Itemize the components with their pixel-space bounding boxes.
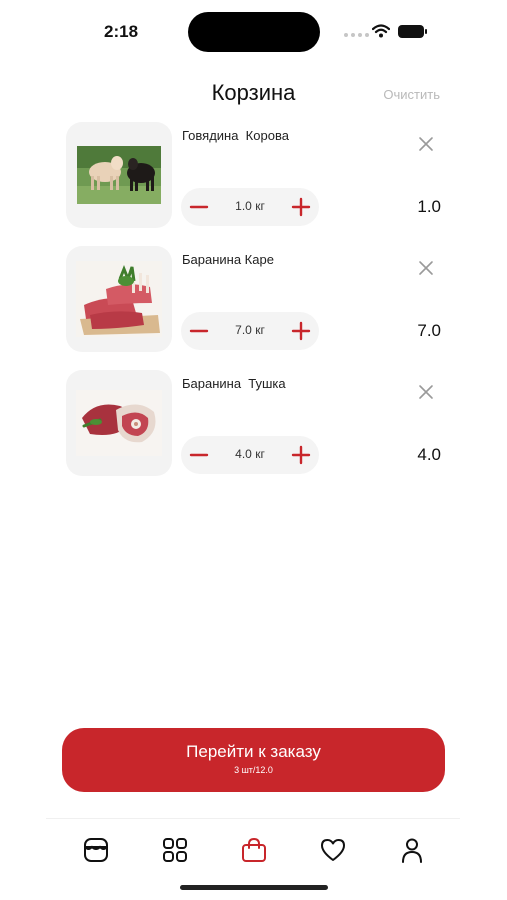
clear-cart-button[interactable]: Очистить: [383, 87, 440, 102]
plus-icon[interactable]: [291, 197, 311, 217]
quantity-stepper: 7.0 кг: [181, 312, 319, 350]
quantity-value: 4.0 кг: [235, 447, 265, 461]
item-amount: 4.0: [417, 445, 441, 464]
item-amount: 1.0: [417, 197, 441, 216]
minus-icon[interactable]: [189, 321, 209, 341]
profile-icon: [402, 838, 422, 863]
tab-cart[interactable]: [238, 834, 270, 866]
checkout-button[interactable]: Перейти к заказу 3 шт/12.0: [62, 728, 445, 792]
product-name: Баранина Каре: [182, 252, 274, 267]
close-icon[interactable]: [416, 134, 436, 154]
shopping-bag-icon: [242, 837, 266, 862]
tab-profile[interactable]: [396, 834, 428, 866]
cart-item: Баранина Каре 7.0 кг 7.0: [0, 246, 507, 356]
plus-icon[interactable]: [291, 445, 311, 465]
checkout-summary: 3 шт/12.0: [234, 765, 273, 775]
cart-item: Говядина Корова 1.0 кг 1.0: [0, 122, 507, 232]
home-indicator[interactable]: [180, 885, 328, 890]
quantity-stepper: 4.0 кг: [181, 436, 319, 474]
minus-icon[interactable]: [189, 445, 209, 465]
heart-icon: [321, 839, 345, 861]
close-icon[interactable]: [416, 382, 436, 402]
product-name: Баранина Тушка: [182, 376, 286, 391]
plus-icon[interactable]: [291, 321, 311, 341]
quantity-value: 7.0 кг: [235, 323, 265, 337]
product-image-lamb-carcass[interactable]: [66, 370, 172, 476]
close-icon[interactable]: [416, 258, 436, 278]
status-time: 2:18: [104, 22, 139, 41]
item-amount: 7.0: [417, 321, 441, 340]
cart-item: Баранина Тушка 4.0 кг 4.0: [0, 370, 507, 480]
tab-store[interactable]: [80, 834, 112, 866]
quantity-stepper: 1.0 кг: [181, 188, 319, 226]
minus-icon[interactable]: [189, 197, 209, 217]
tab-catalog[interactable]: [159, 834, 191, 866]
grid-icon: [163, 838, 187, 862]
product-image-lamb-rack[interactable]: [66, 246, 172, 352]
store-icon: [84, 838, 108, 862]
status-bar: 2:18: [0, 0, 507, 62]
tab-favorites[interactable]: [317, 834, 349, 866]
wifi-icon: [372, 24, 390, 38]
tab-bar-divider: [46, 818, 460, 819]
quantity-value: 1.0 кг: [235, 199, 265, 213]
cellular-signal-icon: [344, 33, 369, 37]
dynamic-island: [188, 12, 320, 52]
product-image-cattle[interactable]: [66, 122, 172, 228]
battery-icon: [398, 25, 427, 38]
checkout-label: Перейти к заказу: [186, 742, 321, 761]
product-name: Говядина Корова: [182, 128, 289, 143]
